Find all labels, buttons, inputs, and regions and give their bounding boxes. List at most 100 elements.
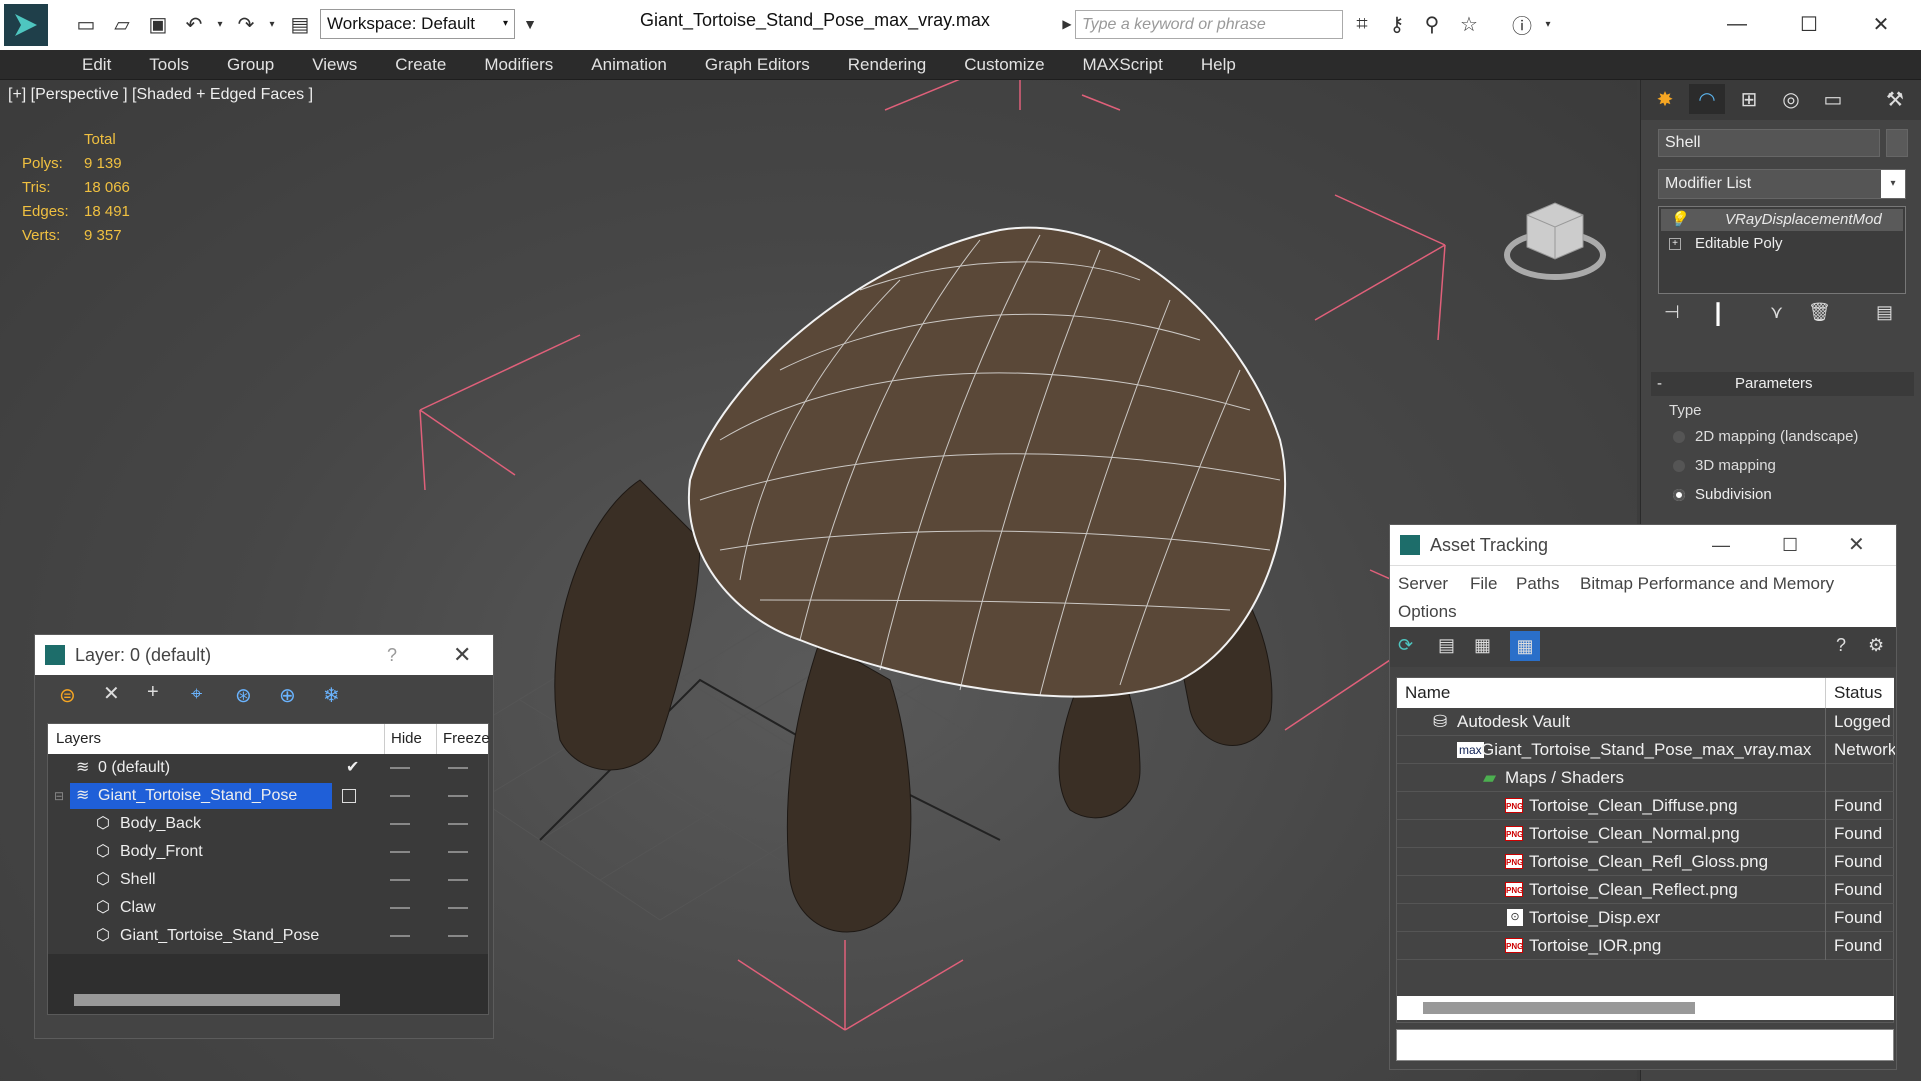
list-view-icon[interactable]: ▤ — [1438, 635, 1455, 656]
asset-path-field[interactable] — [1396, 1029, 1894, 1061]
expand-icon[interactable]: + — [1669, 238, 1681, 250]
undo-icon[interactable]: ↶ — [180, 10, 208, 38]
set-active-icon[interactable] — [342, 789, 356, 803]
maximize-icon[interactable]: ☐ — [1795, 10, 1823, 38]
freeze-toggle[interactable] — [448, 879, 468, 881]
column-layers[interactable]: Layers — [56, 724, 101, 754]
column-freeze[interactable]: Freeze — [436, 724, 490, 754]
freeze-toggle[interactable] — [448, 767, 468, 769]
menu-maxscript[interactable]: MAXScript — [1064, 50, 1182, 80]
menu-animation[interactable]: Animation — [572, 50, 686, 80]
maximize-icon[interactable]: ☐ — [1782, 525, 1798, 565]
hide-toggle[interactable] — [390, 767, 410, 769]
radio-subdivision[interactable]: Subdivision — [1673, 486, 1772, 503]
signin-icon[interactable]: ⚲ — [1418, 10, 1446, 38]
vault-help-icon[interactable]: ? — [1836, 635, 1846, 656]
show-end-result-icon[interactable]: ┃ — [1712, 302, 1724, 327]
menu-file[interactable]: File — [1470, 574, 1497, 594]
parameters-header[interactable]: - Parameters — [1651, 372, 1914, 396]
menu-customize[interactable]: Customize — [945, 50, 1063, 80]
menu-help[interactable]: Help — [1182, 50, 1255, 80]
open-icon[interactable]: ▱ — [108, 10, 136, 38]
freeze-toggle[interactable] — [448, 935, 468, 937]
menu-create[interactable]: Create — [376, 50, 465, 80]
star-icon[interactable]: ☆ — [1455, 10, 1483, 38]
menu-graph-editors[interactable]: Graph Editors — [686, 50, 829, 80]
asset-row-refl-gloss[interactable]: PNG Tortoise_Clean_Refl_Gloss.png Found — [1397, 848, 1894, 876]
active-check-icon[interactable]: ✔ — [346, 754, 359, 782]
hide-toggle[interactable] — [390, 851, 410, 853]
logo-icon[interactable] — [4, 4, 48, 46]
asset-row-ior[interactable]: PNG Tortoise_IOR.png Found — [1397, 932, 1894, 960]
freeze-toggle[interactable] — [448, 795, 468, 797]
object-row-body-front[interactable]: ⬡ Body_Front — [48, 838, 488, 866]
asset-hscrollbar[interactable] — [1423, 1002, 1695, 1014]
asset-row-diffuse[interactable]: PNG Tortoise_Clean_Diffuse.png Found — [1397, 792, 1894, 820]
refresh-icon[interactable]: ⟳ — [1398, 635, 1413, 656]
make-unique-icon[interactable]: ⋎ — [1770, 302, 1783, 323]
hide-toggle[interactable] — [390, 879, 410, 881]
select-objects-icon[interactable]: ⌖ — [191, 683, 202, 706]
freeze-toggle[interactable] — [448, 851, 468, 853]
object-row-tortoise[interactable]: ⬡ Giant_Tortoise_Stand_Pose — [48, 922, 488, 950]
asset-window-titlebar[interactable]: Asset Tracking — ☐ ✕ — [1390, 525, 1896, 565]
layer-row-tortoise[interactable]: ⊟ ≋ Giant_Tortoise_Stand_Pose — [48, 782, 488, 810]
menu-paths[interactable]: Paths — [1516, 574, 1559, 594]
key-icon[interactable]: ⚷ — [1383, 10, 1411, 38]
menu-views[interactable]: Views — [293, 50, 376, 80]
minimize-icon[interactable]: — — [1723, 10, 1751, 38]
asset-row-reflect[interactable]: PNG Tortoise_Clean_Reflect.png Found — [1397, 876, 1894, 904]
layer-window-titlebar[interactable]: Layer: 0 (default) ? ✕ — [35, 635, 493, 675]
freeze-toggle[interactable] — [448, 907, 468, 909]
menu-rendering[interactable]: Rendering — [829, 50, 945, 80]
utilities-tab-icon[interactable]: ⚒ — [1877, 84, 1913, 114]
bulb-icon[interactable]: 💡 — [1669, 209, 1688, 231]
hide-toggle[interactable] — [390, 907, 410, 909]
modify-tab-icon[interactable]: ◠ — [1689, 84, 1725, 114]
save-icon[interactable]: ▣ — [144, 10, 172, 38]
asset-row-normal[interactable]: PNG Tortoise_Clean_Normal.png Found — [1397, 820, 1894, 848]
help-dropdown-icon[interactable]: ▾ — [1534, 10, 1562, 38]
stack-item-editable-poly[interactable]: + Editable Poly — [1661, 233, 1903, 255]
project-icon[interactable]: ▤ — [286, 10, 314, 38]
hide-toggle[interactable] — [390, 935, 410, 937]
remove-modifier-icon[interactable]: 🗑 — [1808, 302, 1831, 323]
pin-stack-icon[interactable]: ⊣ — [1664, 302, 1680, 323]
object-row-shell[interactable]: ⬡ Shell — [48, 866, 488, 894]
delete-layer-icon[interactable]: ✕ — [103, 681, 120, 706]
redo-dropdown-icon[interactable]: ▾ — [258, 10, 286, 38]
freeze-toggle[interactable] — [448, 823, 468, 825]
menu-options[interactable]: Options — [1398, 602, 1457, 622]
hierarchy-tab-icon[interactable]: ⊞ — [1731, 84, 1767, 114]
workspace-dropdown[interactable]: Workspace: Default ▾ — [320, 9, 515, 39]
object-name-field[interactable]: Shell — [1658, 129, 1880, 157]
hide-all-icon[interactable]: ⊕ — [279, 683, 296, 708]
asset-row-vault[interactable]: ⛁ Autodesk Vault Logged O — [1397, 708, 1895, 736]
new-icon[interactable]: ▭ — [72, 10, 100, 38]
collapse-icon[interactable]: ⊟ — [54, 782, 64, 810]
menu-bitmap-performance[interactable]: Bitmap Performance and Memory — [1580, 574, 1834, 594]
viewcube-control[interactable] — [1505, 115, 1615, 215]
object-row-claw[interactable]: ⬡ Claw — [48, 894, 488, 922]
undo-dropdown-icon[interactable]: ▾ — [206, 10, 234, 38]
layer-row-default[interactable]: ≋ 0 (default) ✔ — [48, 754, 488, 782]
configure-sets-icon[interactable]: ▤ — [1876, 302, 1893, 323]
display-tab-icon[interactable]: ▭ — [1815, 84, 1851, 114]
column-hide[interactable]: Hide — [384, 724, 422, 754]
modifier-list-dropdown[interactable]: Modifier List ▾ — [1658, 169, 1906, 199]
thumbnail-view-icon[interactable]: ▦ — [1474, 635, 1491, 656]
hide-toggle[interactable] — [390, 823, 410, 825]
column-status[interactable]: Status — [1825, 678, 1882, 708]
new-layer-icon[interactable]: ⊜ — [59, 683, 76, 708]
add-to-layer-icon[interactable]: + — [147, 681, 159, 704]
radio-2d-mapping[interactable]: 2D mapping (landscape) — [1673, 428, 1858, 445]
column-name[interactable]: Name — [1405, 678, 1450, 708]
table-view-icon[interactable]: ▦ — [1510, 631, 1540, 661]
menu-server[interactable]: Server — [1398, 574, 1448, 594]
motion-tab-icon[interactable]: ◎ — [1773, 84, 1809, 114]
close-icon[interactable]: ✕ — [453, 635, 471, 675]
menu-tools[interactable]: Tools — [130, 50, 208, 80]
workspace-menu-icon[interactable]: ▼ — [516, 10, 544, 38]
hide-toggle[interactable] — [390, 795, 410, 797]
menu-group[interactable]: Group — [208, 50, 293, 80]
